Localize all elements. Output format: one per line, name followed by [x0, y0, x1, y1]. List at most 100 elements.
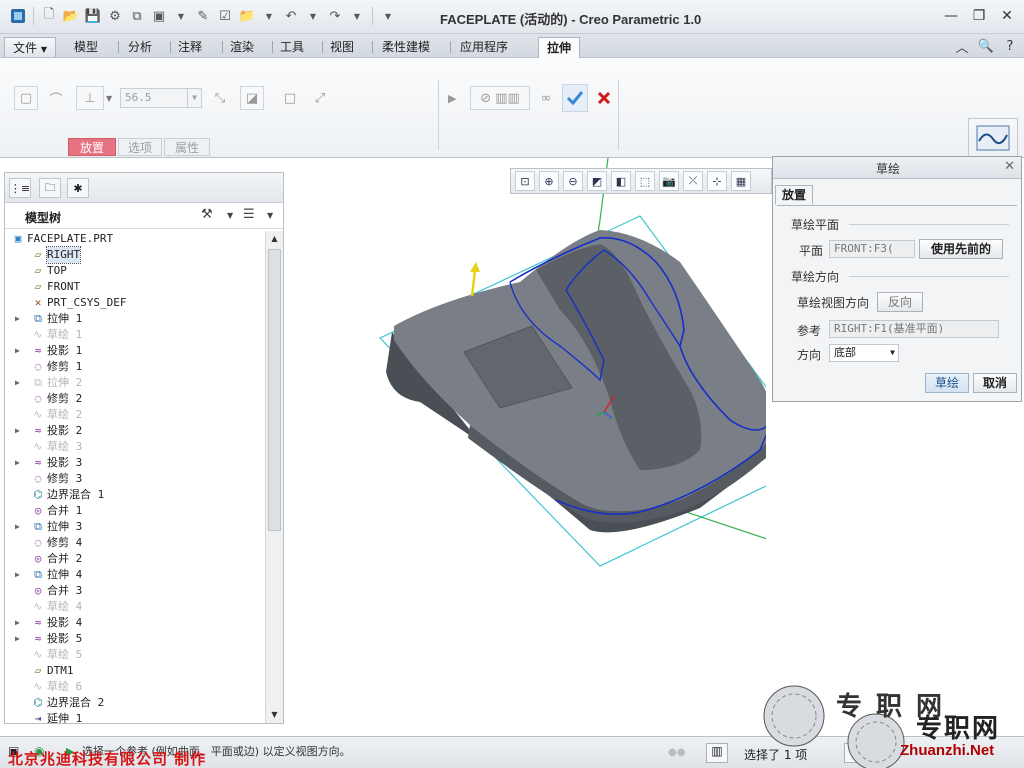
- tree-settings-icon[interactable]: ⚒: [201, 207, 213, 222]
- dropdown-arrow-icon[interactable]: ▼: [347, 6, 367, 26]
- expand-arrow-icon[interactable]: ▶: [15, 567, 25, 583]
- restore-icon[interactable]: ❐: [968, 6, 990, 26]
- annotation-display-icon[interactable]: ▦: [731, 171, 751, 191]
- cancel-button[interactable]: 取消: [973, 373, 1017, 393]
- expand-arrow-icon[interactable]: ▶: [15, 519, 25, 535]
- tree-node[interactable]: ◎ 合并 3: [5, 583, 263, 599]
- tree-node[interactable]: ∿ 草绘 5: [5, 647, 263, 663]
- dropdown-arrow-icon[interactable]: ▼: [171, 6, 191, 26]
- depth-options-icon[interactable]: ⊥: [76, 86, 104, 110]
- dropdown-arrow-icon[interactable]: ▼: [106, 94, 112, 103]
- tree-node[interactable]: ▶ ⧉ 拉伸 2: [5, 375, 263, 391]
- tab-tools[interactable]: 工具: [272, 37, 312, 57]
- tree-node[interactable]: ▶ ⧉ 拉伸 4: [5, 567, 263, 583]
- tree-node[interactable]: ▱ FRONT: [5, 279, 263, 295]
- use-previous-button[interactable]: 使用先前的: [919, 239, 1003, 259]
- new-file-icon[interactable]: 🗋: [39, 6, 59, 26]
- tree-node[interactable]: ◎ 合并 2: [5, 551, 263, 567]
- sketch-button[interactable]: 草绘: [925, 373, 969, 393]
- flip-direction-icon[interactable]: ⤡: [208, 86, 232, 110]
- selection-filter-icon[interactable]: ▥: [706, 743, 728, 763]
- tree-node[interactable]: ∿ 草绘 6: [5, 679, 263, 695]
- spin-center-icon[interactable]: ⊹: [707, 171, 727, 191]
- tree-node[interactable]: ▶ ⧉ 拉伸 3: [5, 519, 263, 535]
- dropdown-arrow-icon[interactable]: ▼: [227, 211, 233, 220]
- tree-node[interactable]: ◌ 修剪 1: [5, 359, 263, 375]
- tree-filter-icon[interactable]: ☰: [243, 207, 255, 222]
- open-file-icon[interactable]: 📂: [61, 6, 81, 26]
- view-manager-icon[interactable]: 📷: [659, 171, 679, 191]
- tab-annotate[interactable]: 注释: [170, 37, 210, 57]
- expand-arrow-icon[interactable]: ▶: [15, 343, 25, 359]
- select-icon[interactable]: ☑: [215, 6, 235, 26]
- pause-preview-icon[interactable]: ⊘ ▥▥: [470, 86, 530, 110]
- subtab-placement[interactable]: 放置: [68, 138, 116, 156]
- play-icon[interactable]: ▶: [448, 92, 456, 105]
- subtab-options[interactable]: 选项: [118, 138, 162, 156]
- cancel-x-icon[interactable]: [592, 86, 616, 110]
- scroll-down-icon[interactable]: ▼: [266, 707, 283, 723]
- tab-model[interactable]: 模型: [66, 37, 106, 57]
- saved-views-icon[interactable]: ⬚: [635, 171, 655, 191]
- tree-node[interactable]: ▶ ≈ 投影 4: [5, 615, 263, 631]
- scroll-thumb[interactable]: [268, 249, 281, 531]
- tree-scrollbar[interactable]: ▲ ▼: [265, 231, 283, 723]
- redo-icon[interactable]: ↷: [325, 6, 345, 26]
- dropdown-arrow-icon[interactable]: ▼: [259, 6, 279, 26]
- tree-node[interactable]: ∿ 草绘 1: [5, 327, 263, 343]
- tree-node[interactable]: ◌ 修剪 4: [5, 535, 263, 551]
- datum-display-icon[interactable]: ⤫: [683, 171, 703, 191]
- flip-thicken-icon[interactable]: ⤢: [308, 86, 332, 110]
- minimize-icon[interactable]: —: [940, 6, 962, 26]
- close-icon[interactable]: ✕: [1004, 159, 1015, 174]
- scroll-up-icon[interactable]: ▲: [266, 231, 283, 247]
- app-icon[interactable]: [8, 6, 28, 26]
- customize-icon[interactable]: ▼: [378, 6, 398, 26]
- tree-node[interactable]: ◌ 修剪 2: [5, 391, 263, 407]
- help-icon[interactable]: ?: [1002, 37, 1018, 55]
- tree-node[interactable]: ▶ ≈ 投影 1: [5, 343, 263, 359]
- expand-arrow-icon[interactable]: ▶: [15, 423, 25, 439]
- tab-analysis[interactable]: 分析: [120, 37, 160, 57]
- tab-render[interactable]: 渲染: [222, 37, 262, 57]
- search-icon[interactable]: 🔍: [978, 37, 994, 55]
- thicken-icon[interactable]: □: [278, 86, 302, 110]
- zoom-out-icon[interactable]: ⊖: [563, 171, 583, 191]
- dropdown-arrow-icon[interactable]: ▼: [187, 89, 201, 107]
- regenerate-icon[interactable]: ⚙: [105, 6, 125, 26]
- minimize-ribbon-icon[interactable]: ︿: [954, 37, 970, 56]
- tree-node[interactable]: ▶ ≈ 投影 3: [5, 455, 263, 471]
- surface-icon[interactable]: ⌒: [44, 86, 68, 110]
- tree-node[interactable]: ◌ 修剪 3: [5, 471, 263, 487]
- solid-icon[interactable]: ▢: [14, 86, 38, 110]
- dropdown-arrow-icon[interactable]: ▼: [303, 6, 323, 26]
- favorites-tab-icon[interactable]: ✱: [67, 178, 89, 198]
- flip-button[interactable]: 反向: [877, 292, 923, 312]
- tree-node[interactable]: ▶ ≈ 投影 5: [5, 631, 263, 647]
- tree-node[interactable]: ∿ 草绘 3: [5, 439, 263, 455]
- tree-node[interactable]: ⌬ 边界混合 1: [5, 487, 263, 503]
- tree-node[interactable]: ▱ DTM1: [5, 663, 263, 679]
- folder-browser-tab-icon[interactable]: 🗀: [39, 178, 61, 198]
- tree-node[interactable]: ▶ ≈ 投影 2: [5, 423, 263, 439]
- tree-node[interactable]: ◎ 合并 1: [5, 503, 263, 519]
- reference-field[interactable]: RIGHT:F1(基准平面): [829, 320, 999, 338]
- window-icon[interactable]: ▣: [149, 6, 169, 26]
- tree-node[interactable]: ∿ 草绘 4: [5, 599, 263, 615]
- direction-arrow[interactable]: [470, 262, 480, 297]
- tree-node[interactable]: ▶ ⧉ 拉伸 1: [5, 311, 263, 327]
- tab-extrude[interactable]: 拉伸: [538, 37, 581, 59]
- tree-node[interactable]: ▱ RIGHT: [5, 246, 263, 264]
- refit-icon[interactable]: ⊡: [515, 171, 535, 191]
- depth-value-field[interactable]: 56.5 ▼: [120, 88, 202, 108]
- tab-view[interactable]: 视图: [322, 37, 362, 57]
- preview-glasses-icon[interactable]: ∞: [534, 86, 558, 110]
- model-tree-tab-icon[interactable]: ⋮≡: [9, 178, 31, 198]
- subtab-properties[interactable]: 属性: [164, 138, 210, 156]
- remove-material-icon[interactable]: ◪: [240, 86, 264, 110]
- tree-node[interactable]: ∿ 草绘 2: [5, 407, 263, 423]
- dialog-tab-placement[interactable]: 放置: [775, 185, 813, 205]
- repaint-icon[interactable]: ◩: [587, 171, 607, 191]
- confirm-check-icon[interactable]: [562, 84, 588, 112]
- copy-icon[interactable]: ⧉: [127, 6, 147, 26]
